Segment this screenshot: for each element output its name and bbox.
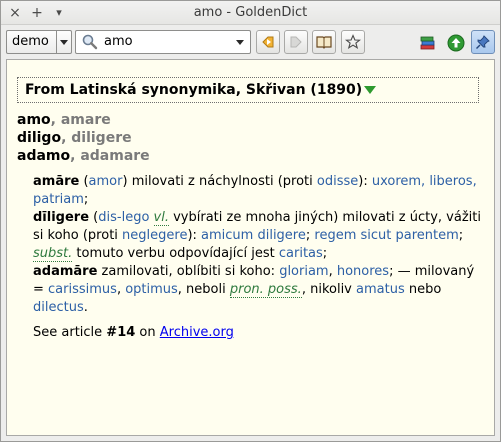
book-icon — [316, 36, 332, 49]
word-link[interactable]: neglegere — [122, 228, 187, 243]
text: ): — [187, 228, 202, 243]
text: zamilovati, oblíbiti si koho: — [97, 264, 280, 279]
headword: diligo — [17, 130, 62, 146]
text: ; — [322, 246, 328, 261]
abbreviation: subst. — [33, 246, 73, 262]
word-link[interactable]: amatus — [356, 282, 405, 297]
entry-term: dīligere — [33, 210, 90, 225]
text: nebo — [404, 282, 442, 297]
text: , — [116, 282, 126, 297]
word-link[interactable]: gloriam — [279, 264, 328, 279]
text: , nikoliv — [301, 282, 357, 297]
word-link[interactable]: amor — [89, 174, 123, 189]
title-bar: × + ▾ amo - GoldenDict — [1, 1, 500, 25]
word-link[interactable]: dilectus — [33, 300, 84, 315]
headword-list: amo, amare diligo, diligere adamo, adama… — [17, 111, 150, 165]
text: ; — [83, 192, 89, 207]
dictionaries-button[interactable] — [312, 30, 336, 54]
entry-adamare: adamāre zamilovati, oblíbiti si koho: gl… — [33, 263, 483, 317]
text: ) milovati z náchylnosti (proti — [122, 174, 317, 189]
group-select[interactable]: demo — [6, 30, 72, 54]
search-icon — [81, 33, 99, 55]
dictionary-header[interactable]: From Latinská synonymika, Skřivan (1890) — [17, 77, 479, 103]
forward-button[interactable] — [284, 30, 308, 54]
toolbar: demo — [1, 26, 500, 58]
pin-icon — [476, 35, 490, 49]
word-link[interactable]: dis-lego — [98, 210, 149, 225]
text: , neboli — [177, 282, 230, 297]
article-number: #14 — [106, 325, 136, 340]
word-link[interactable]: honores — [337, 264, 389, 279]
search-box[interactable] — [75, 30, 251, 54]
up-arrow-icon — [447, 34, 465, 52]
text: ): — [358, 174, 372, 189]
text: , — [328, 264, 337, 279]
pin-button[interactable] — [471, 30, 495, 54]
headword-line: amo, amare — [17, 111, 150, 129]
window-title: amo - GoldenDict — [193, 5, 308, 20]
chevron-down-icon — [60, 40, 68, 45]
forward-icon — [290, 36, 302, 48]
collapse-arrow-icon[interactable] — [364, 86, 377, 94]
headword-alt: , diligere — [61, 130, 132, 146]
headword-alt: , adamare — [70, 148, 150, 164]
search-input[interactable] — [104, 34, 224, 49]
headword: amo — [17, 112, 51, 128]
entry-term: adamāre — [33, 264, 98, 279]
dictionary-name: From Latinská synonymika, Skřivan (1890) — [25, 82, 363, 98]
word-link[interactable]: amicum diligere — [201, 228, 306, 243]
headword-alt: , amare — [50, 112, 111, 128]
headword: adamo — [17, 148, 71, 164]
text: See article — [33, 325, 107, 340]
word-link[interactable]: regem sicut parentem — [314, 228, 458, 243]
entry-diligere: dīligere (dis-lego vl. vybírati ze mnoha… — [33, 209, 483, 263]
dictionary-bar-button[interactable] — [415, 30, 439, 54]
favorite-button[interactable] — [341, 30, 365, 54]
word-link[interactable]: carissimus — [48, 282, 117, 297]
search-history-dropdown-icon[interactable] — [236, 40, 244, 45]
scan-popup-button[interactable] — [443, 30, 467, 54]
text: ; — [458, 228, 464, 243]
word-link[interactable]: optimus — [125, 282, 178, 297]
back-button[interactable] — [256, 30, 280, 54]
back-icon — [262, 36, 274, 48]
text: on — [135, 325, 160, 340]
see-article-line: See article #14 on Archive.org — [33, 325, 234, 340]
article-view: From Latinská synonymika, Skřivan (1890)… — [6, 59, 495, 436]
headword-line: adamo, adamare — [17, 147, 150, 165]
entry-amare: amāre (amor) milovati z náchylnosti (pro… — [33, 173, 483, 209]
text: tomuto verbu odpovídající jest — [72, 246, 279, 261]
archive-link[interactable]: Archive.org — [160, 325, 234, 340]
headword-line: diligo, diligere — [17, 129, 150, 147]
group-select-dropdown[interactable] — [56, 31, 71, 53]
books-icon — [420, 36, 435, 50]
abbreviation: pron. poss. — [229, 282, 302, 298]
abbreviation: vl. — [153, 210, 169, 226]
article-body: amāre (amor) milovati z náchylnosti (pro… — [33, 173, 483, 317]
word-link[interactable]: caritas — [279, 246, 323, 261]
group-select-value: demo — [12, 34, 49, 49]
star-icon — [345, 34, 361, 50]
main-window: × + ▾ amo - GoldenDict demo amo From Lat… — [0, 0, 501, 442]
entry-term: amāre — [33, 174, 80, 189]
text: . — [83, 300, 88, 315]
word-link[interactable]: odisse — [317, 174, 358, 189]
